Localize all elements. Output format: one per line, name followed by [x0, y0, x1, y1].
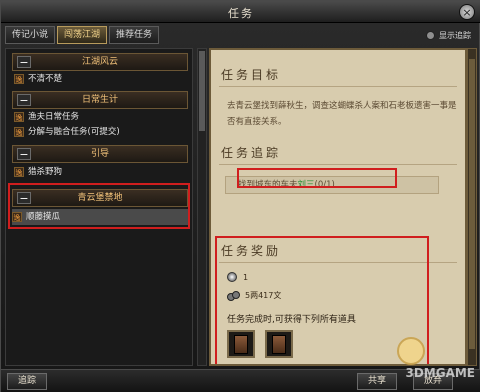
- window-title: 任务: [228, 7, 254, 20]
- quest-list-panel: − 江湖风云 逸不清不楚 − 日常生计 逸渔夫日常任务 逸分解与融合任务(可提交…: [5, 48, 193, 366]
- quest-list-scrollbar[interactable]: [197, 48, 207, 366]
- collapse-icon[interactable]: −: [17, 94, 31, 106]
- site-watermark: 3DMGAME: [405, 366, 475, 380]
- detail-scrollbar[interactable]: [467, 48, 477, 366]
- tracking-heading: 任务追踪: [221, 146, 282, 160]
- track-button[interactable]: 追踪: [7, 373, 48, 390]
- quest-item-label: 渔夫日常任务: [28, 112, 80, 122]
- auto-track-label: 显示追踪: [439, 31, 471, 40]
- highlight-box: [237, 168, 397, 188]
- radio-dot-icon[interactable]: [426, 31, 435, 40]
- quest-item[interactable]: 逸猎杀野狗: [14, 165, 190, 179]
- quest-window: 任务 × 传记小说 闯荡江湖 推荐任务 显示追踪 − 江湖风云 逸不清不楚 − …: [0, 0, 480, 392]
- quest-group-header[interactable]: − 引导: [12, 145, 188, 163]
- quest-marker-icon: 逸: [14, 166, 24, 177]
- share-button[interactable]: 共享: [357, 373, 398, 390]
- quest-item-label: 不清不楚: [28, 74, 63, 84]
- collapse-icon[interactable]: −: [17, 56, 31, 68]
- quest-group-header[interactable]: − 江湖风云: [12, 53, 188, 71]
- quest-marker-icon: 逸: [14, 111, 24, 122]
- quest-item[interactable]: 逸渔夫日常任务: [14, 110, 190, 124]
- title-bar: 任务 ×: [1, 1, 480, 23]
- quest-group-header[interactable]: − 日常生计: [12, 91, 188, 109]
- quest-marker-icon: 逸: [14, 126, 24, 137]
- scrollbar-thumb[interactable]: [199, 51, 205, 131]
- highlight-box: [8, 183, 190, 229]
- quest-item[interactable]: 逸不清不楚: [14, 72, 190, 86]
- quest-item-label: 分解与融合任务(可提交): [28, 127, 120, 137]
- auto-track-toggle[interactable]: 显示追踪: [426, 30, 471, 41]
- scrollbar-thumb[interactable]: [469, 59, 475, 349]
- objective-text: 去青云堡找到薛秋生，调查这蝴蝶杀人案和石老板遗害一事是否有直接关系。: [227, 101, 457, 127]
- divider: [219, 86, 457, 87]
- tab-wander-jianghu[interactable]: 闯荡江湖: [57, 26, 108, 44]
- objective-heading: 任务目标: [221, 68, 282, 82]
- tab-recommended[interactable]: 推荐任务: [109, 26, 160, 44]
- quest-group-name: 江湖风云: [81, 57, 118, 67]
- tab-bar: 传记小说 闯荡江湖 推荐任务: [5, 26, 160, 46]
- quest-group-name: 日常生计: [81, 95, 118, 105]
- quest-item-label: 猎杀野狗: [28, 167, 63, 177]
- collapse-icon[interactable]: −: [17, 148, 31, 160]
- quest-detail-panel: 任务目标 去青云堡找到薛秋生，调查这蝴蝶杀人案和石老板遗害一事是否有直接关系。 …: [209, 48, 467, 366]
- mascot-icon: [397, 337, 425, 365]
- quest-marker-icon: 逸: [14, 73, 24, 84]
- divider: [219, 164, 457, 165]
- quest-item[interactable]: 逸分解与融合任务(可提交): [14, 125, 190, 139]
- tab-biography[interactable]: 传记小说: [5, 26, 56, 44]
- quest-group-name: 引导: [90, 149, 109, 159]
- close-icon[interactable]: ×: [459, 4, 475, 20]
